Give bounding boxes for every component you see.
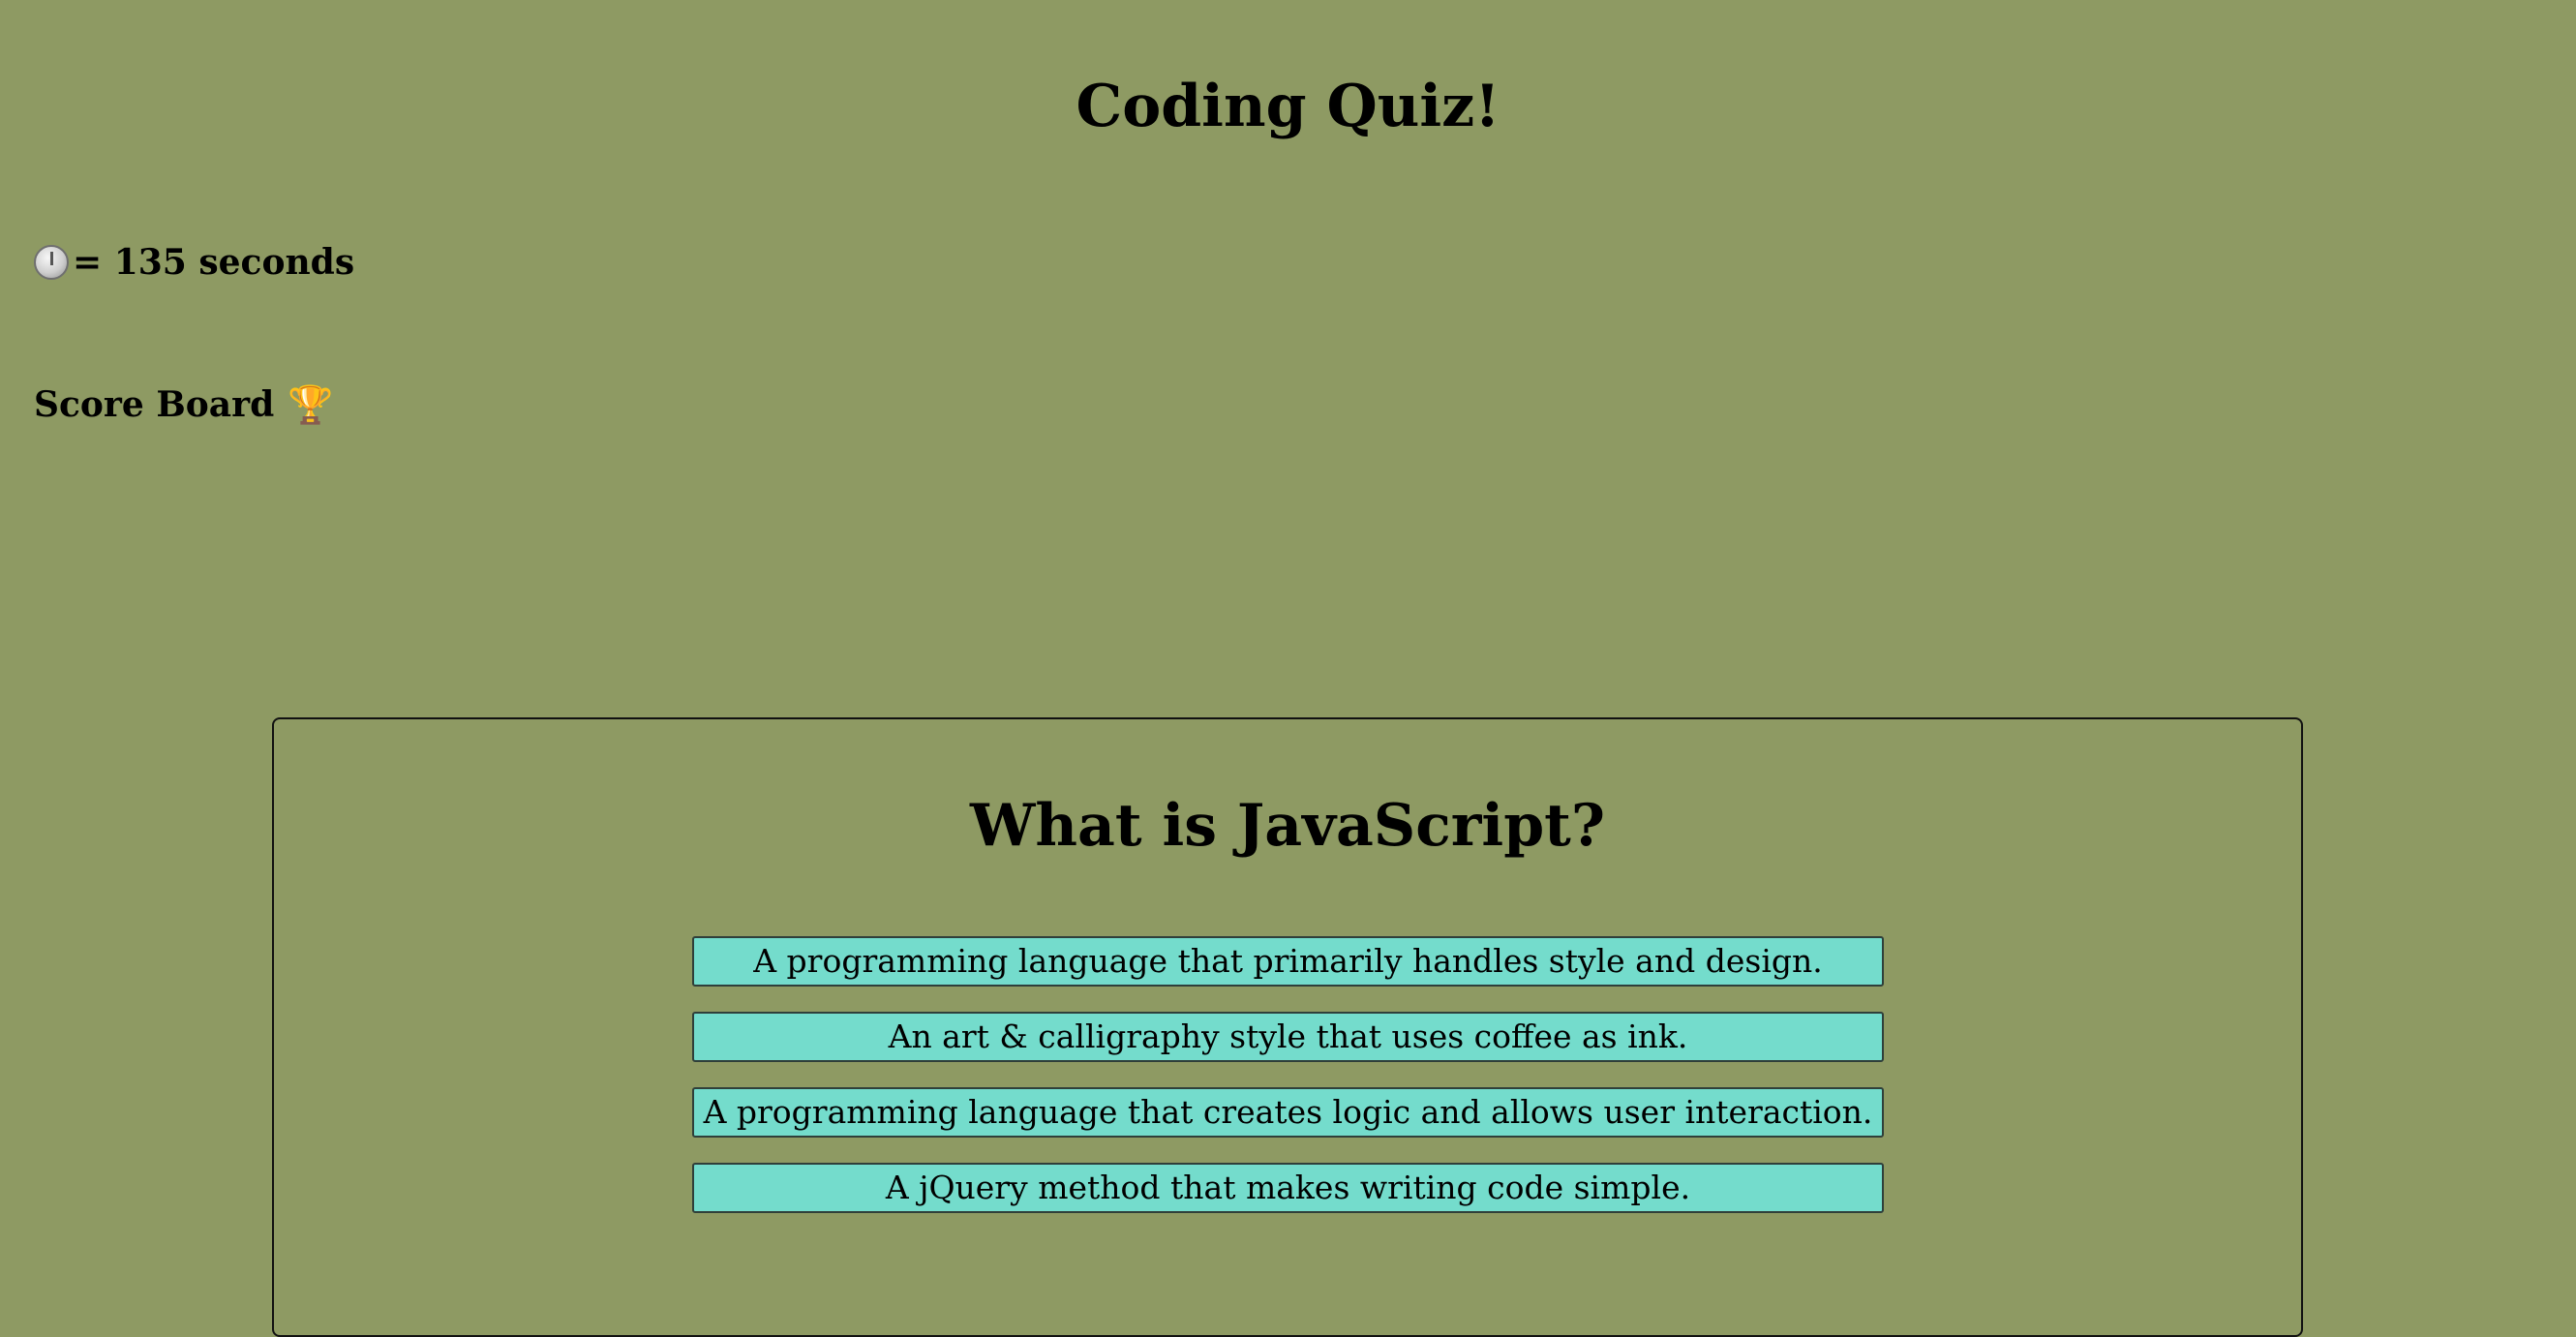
timer: = 135 seconds xyxy=(34,239,354,286)
quiz-card: What is JavaScript? A programming langua… xyxy=(272,717,2303,1337)
answer-choices: A programming language that primarily ha… xyxy=(692,936,1884,1238)
answer-button-3[interactable]: A programming language that creates logi… xyxy=(692,1087,1884,1138)
answer-button-4[interactable]: A jQuery method that makes writing code … xyxy=(692,1163,1884,1213)
score-board-label: Score Board xyxy=(34,384,275,425)
answer-button-2[interactable]: An art & calligraphy style that uses cof… xyxy=(692,1012,1884,1062)
score-board-link[interactable]: Score Board 🏆 xyxy=(34,381,334,428)
stopwatch-icon xyxy=(34,245,69,280)
trophy-icon: 🏆 xyxy=(288,383,334,426)
timer-text: = 135 seconds xyxy=(73,242,355,283)
question-text: What is JavaScript? xyxy=(969,792,1606,860)
answer-button-1[interactable]: A programming language that primarily ha… xyxy=(692,936,1884,987)
page-title: Coding Quiz! xyxy=(1076,73,1500,140)
